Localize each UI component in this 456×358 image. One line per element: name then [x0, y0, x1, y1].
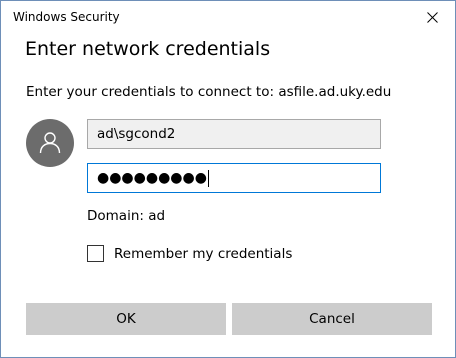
title-bar: Windows Security [1, 1, 455, 33]
avatar [26, 119, 74, 167]
domain-label: Domain: ad [87, 208, 166, 224]
ok-button-label: OK [116, 311, 136, 327]
cancel-button[interactable]: Cancel [232, 303, 432, 335]
remember-credentials-label[interactable]: Remember my credentials [114, 246, 292, 262]
close-button[interactable] [409, 1, 455, 33]
window-title: Windows Security [13, 10, 120, 24]
credentials-dialog: Windows Security Enter network credentia… [0, 0, 456, 358]
cancel-button-label: Cancel [309, 311, 355, 327]
dialog-heading: Enter network credentials [25, 38, 271, 60]
user-icon [39, 132, 61, 154]
close-icon [426, 11, 438, 23]
username-value: ad\sgcond2 [97, 126, 176, 142]
password-field[interactable]: ●●●●●●●●● [87, 163, 381, 193]
remember-credentials-row[interactable]: Remember my credentials [87, 245, 292, 262]
ok-button[interactable]: OK [26, 303, 226, 335]
username-field[interactable]: ad\sgcond2 [87, 119, 381, 149]
password-value: ●●●●●●●●● [97, 170, 207, 186]
dialog-subtitle: Enter your credentials to connect to: as… [26, 84, 392, 100]
text-caret [207, 169, 209, 187]
remember-credentials-checkbox[interactable] [87, 245, 104, 262]
